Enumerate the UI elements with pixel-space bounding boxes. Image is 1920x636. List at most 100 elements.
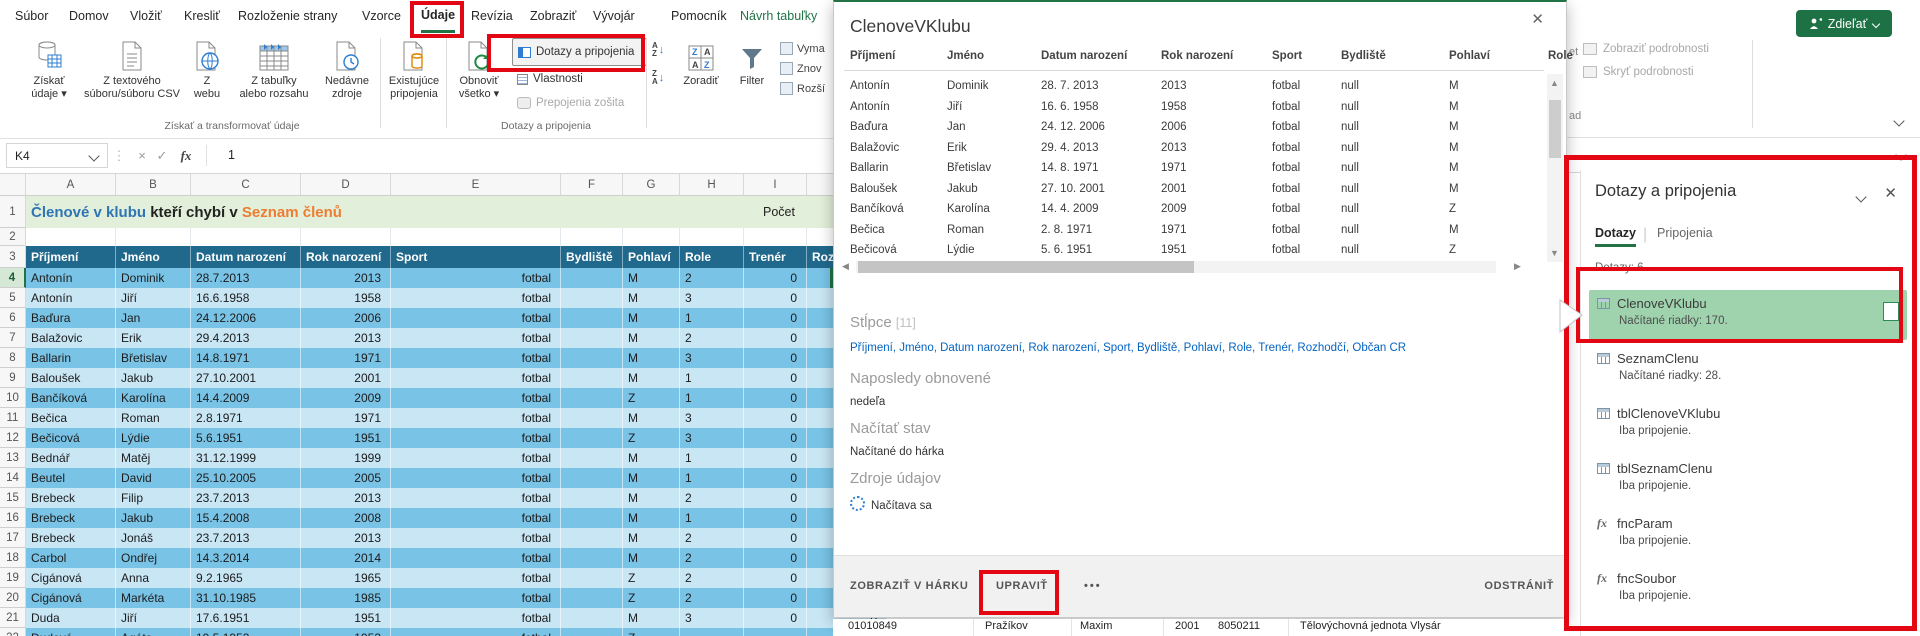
cell-D18[interactable]: 2014 [301, 548, 391, 568]
row-header-6[interactable]: 6 [0, 308, 26, 328]
cell-B2[interactable] [116, 228, 191, 246]
scroll-right-icon[interactable]: ▶ [1514, 261, 1521, 272]
cell-D12[interactable]: 1951 [301, 428, 391, 448]
advanced-button[interactable]: Rozší [780, 82, 825, 95]
cell-D19[interactable]: 1965 [301, 568, 391, 588]
cell-I9[interactable]: 0 [744, 368, 807, 388]
cell-D4[interactable]: 2013 [301, 268, 391, 288]
cell-A8[interactable]: Ballarin [26, 348, 116, 368]
cell-H13[interactable]: 1 [680, 448, 744, 468]
cell-F11[interactable] [561, 408, 623, 428]
properties-button[interactable]: Vlastnosti [512, 68, 645, 90]
cell-A7[interactable]: Balažovic [26, 328, 116, 348]
cell-D2[interactable] [301, 228, 391, 246]
cell-C9[interactable]: 27.10.2001 [191, 368, 301, 388]
cell-I8[interactable]: 0 [744, 348, 807, 368]
cell-C5[interactable]: 16.6.1958 [191, 288, 301, 308]
column-header-E[interactable]: E [391, 174, 561, 196]
cell-I20[interactable]: 0 [744, 588, 807, 608]
ribbon-tab-revzia[interactable]: Revízia [471, 0, 513, 33]
row-header-21[interactable]: 21 [0, 608, 26, 628]
cell-H9[interactable]: 1 [680, 368, 744, 388]
formula-input[interactable]: 1 [228, 143, 235, 168]
cell-E5[interactable]: fotbal [391, 288, 561, 308]
cell-E20[interactable]: fotbal [391, 588, 561, 608]
cell-E10[interactable]: fotbal [391, 388, 561, 408]
cell-H6[interactable]: 1 [680, 308, 744, 328]
row-header-12[interactable]: 12 [0, 428, 26, 448]
cell-H19[interactable]: 2 [680, 568, 744, 588]
view-in-sheet-button[interactable]: ZOBRAZIŤ V HÁRKU [850, 580, 968, 592]
cell-G21[interactable]: M [623, 608, 680, 628]
column-header-B[interactable]: B [116, 174, 191, 196]
cell-F18[interactable] [561, 548, 623, 568]
column-header-I[interactable]: I [744, 174, 807, 196]
reapply-button[interactable]: Znov [780, 62, 821, 75]
cell-F10[interactable] [561, 388, 623, 408]
column-header-G[interactable]: G [623, 174, 680, 196]
row-header-15[interactable]: 15 [0, 488, 26, 508]
cell-I17[interactable]: 0 [744, 528, 807, 548]
cell-B14[interactable]: David [116, 468, 191, 488]
cell-B5[interactable]: Jiří [116, 288, 191, 308]
cell-I7[interactable]: 0 [744, 328, 807, 348]
tab-queries[interactable]: Dotazy [1595, 226, 1636, 247]
cell-C4[interactable]: 28.7.2013 [191, 268, 301, 288]
cell-F2[interactable] [561, 228, 623, 246]
cell-G12[interactable]: Z [623, 428, 680, 448]
ribbon-tab-vloi[interactable]: Vložiť [130, 0, 162, 33]
column-header-F[interactable]: F [561, 174, 623, 196]
cell-D7[interactable]: 2013 [301, 328, 391, 348]
cell-G14[interactable]: M [623, 468, 680, 488]
cell-G15[interactable]: M [623, 488, 680, 508]
cell-I10[interactable]: 0 [744, 388, 807, 408]
row-header-7[interactable]: 7 [0, 328, 26, 348]
cell-I16[interactable]: 0 [744, 508, 807, 528]
cell-H2[interactable] [680, 228, 744, 246]
row-header-2[interactable]: 2 [0, 228, 26, 246]
cell-I14[interactable]: 0 [744, 468, 807, 488]
cell-E22[interactable]: fotbal [391, 628, 561, 636]
cell-H22[interactable] [680, 628, 744, 636]
clear-filter-button[interactable]: Vyma [780, 42, 825, 55]
cell-C18[interactable]: 14.3.2014 [191, 548, 301, 568]
cell-I4[interactable]: 0 [744, 268, 807, 288]
cell-A18[interactable]: Carbol [26, 548, 116, 568]
cell-B6[interactable]: Jan [116, 308, 191, 328]
cell-D17[interactable]: 2013 [301, 528, 391, 548]
row-header-13[interactable]: 13 [0, 448, 26, 468]
cell-D15[interactable]: 2013 [301, 488, 391, 508]
cell-E19[interactable]: fotbal [391, 568, 561, 588]
cell-B12[interactable]: Lýdie [116, 428, 191, 448]
cell-H11[interactable]: 3 [680, 408, 744, 428]
column-header-A[interactable]: A [26, 174, 116, 196]
cell-D5[interactable]: 1958 [301, 288, 391, 308]
cell-E11[interactable]: fotbal [391, 408, 561, 428]
cell-H16[interactable]: 1 [680, 508, 744, 528]
cell-F4[interactable] [561, 268, 623, 288]
cell-D16[interactable]: 2008 [301, 508, 391, 528]
cell-B16[interactable]: Jakub [116, 508, 191, 528]
cell-B19[interactable]: Anna [116, 568, 191, 588]
cell-C13[interactable]: 31.12.1999 [191, 448, 301, 468]
scroll-down-icon[interactable]: ▼ [1550, 248, 1559, 258]
cell-A15[interactable]: Brebeck [26, 488, 116, 508]
cell-C11[interactable]: 2.8.1971 [191, 408, 301, 428]
cell-G6[interactable]: M [623, 308, 680, 328]
existing-connections-button[interactable]: Existujúce pripojenia [384, 37, 444, 125]
table-header-cell[interactable]: Role [680, 246, 744, 268]
cell-B7[interactable]: Erik [116, 328, 191, 348]
column-header-D[interactable]: D [301, 174, 391, 196]
cell-B10[interactable]: Karolína [116, 388, 191, 408]
row-header-1[interactable]: 1 [0, 196, 26, 228]
row-header-3[interactable]: 3 [0, 246, 26, 268]
cell-D22[interactable]: 1953 [301, 628, 391, 636]
sort-button[interactable]: ZAAZ Zoradiť [676, 37, 726, 125]
cell-G9[interactable]: M [623, 368, 680, 388]
edit-button[interactable]: UPRAVIŤ [996, 580, 1048, 592]
cell-G4[interactable]: M [623, 268, 680, 288]
table-header-cell[interactable]: Rok narození [301, 246, 391, 268]
cell-A13[interactable]: Bednář [26, 448, 116, 468]
cell-H21[interactable]: 3 [680, 608, 744, 628]
cell-H14[interactable]: 1 [680, 468, 744, 488]
